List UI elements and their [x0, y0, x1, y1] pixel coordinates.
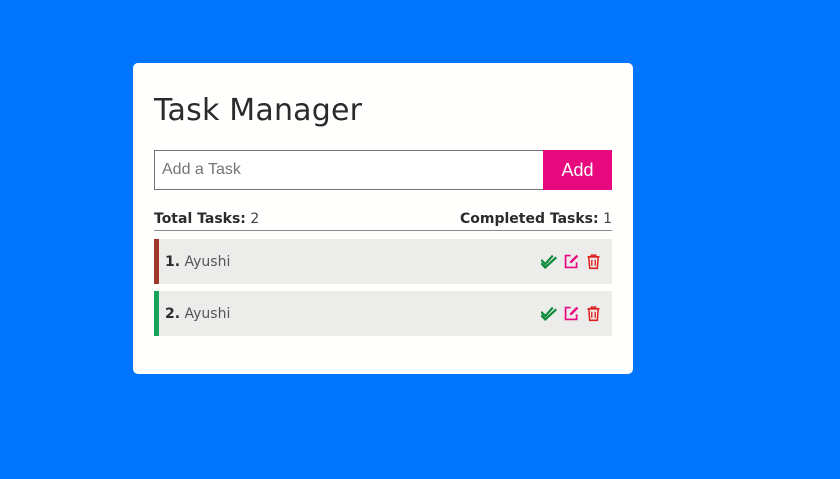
task-input[interactable] [154, 150, 543, 190]
trash-icon[interactable] [585, 305, 602, 322]
completed-tasks: Completed Tasks: 1 [460, 209, 612, 229]
task-index: 1. [165, 253, 181, 270]
task-actions [541, 304, 602, 324]
task-index: 2. [165, 305, 181, 322]
completed-tasks-value: 1 [603, 211, 612, 227]
task-stats: Total Tasks: 2 Completed Tasks: 1 [154, 209, 612, 231]
double-check-icon[interactable] [541, 253, 558, 270]
task-label: Ayushi [184, 253, 231, 270]
task-text: 2. Ayushi [165, 306, 230, 322]
task-label: Ayushi [184, 305, 231, 322]
add-task-form: Add [154, 150, 612, 190]
edit-icon[interactable] [563, 305, 580, 322]
task-text: 1. Ayushi [165, 254, 230, 270]
total-tasks: Total Tasks: 2 [154, 209, 259, 229]
edit-icon[interactable] [563, 253, 580, 270]
task-actions [541, 252, 602, 272]
trash-icon[interactable] [585, 253, 602, 270]
task-manager-card: Task Manager Add Total Tasks: 2 Complete… [133, 63, 633, 374]
add-button[interactable]: Add [543, 150, 612, 190]
total-tasks-value: 2 [250, 211, 260, 227]
task-item: 2. Ayushi [154, 291, 612, 336]
completed-tasks-label: Completed Tasks: [459, 211, 599, 227]
task-item: 1. Ayushi [154, 239, 612, 284]
total-tasks-label: Total Tasks: [154, 211, 246, 227]
double-check-icon[interactable] [541, 305, 558, 322]
page-title: Task Manager [154, 93, 363, 128]
